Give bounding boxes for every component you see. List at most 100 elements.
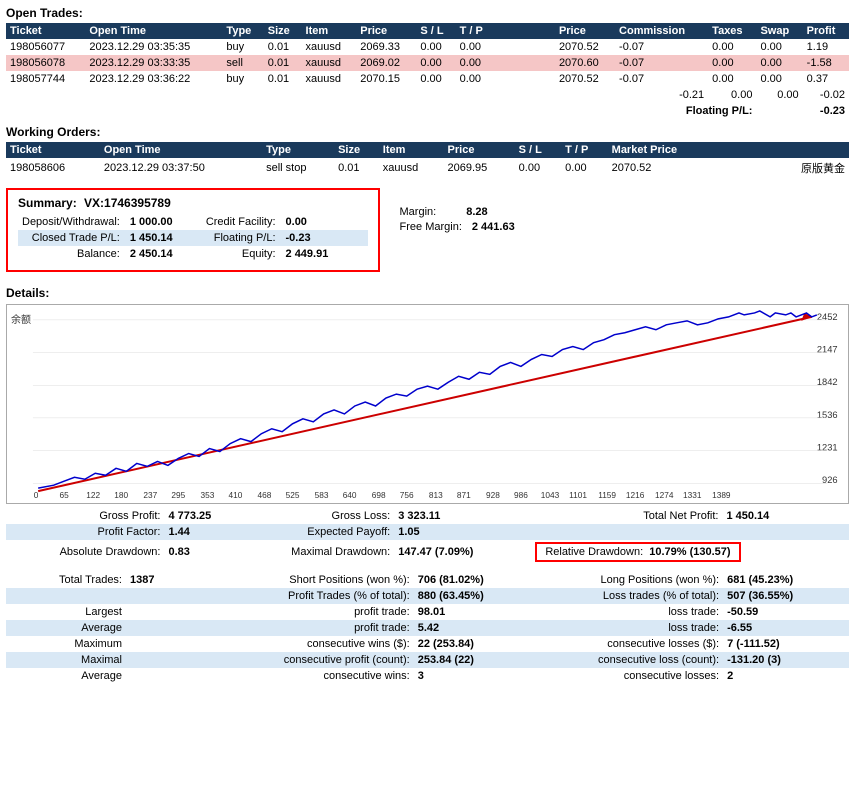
ts-empty-1	[6, 588, 126, 604]
wo-tp: 0.00	[561, 158, 608, 178]
abs-drawdown-value: 0.83	[164, 540, 238, 564]
ts-maximal-loss-value: -131.20 (3)	[723, 652, 849, 668]
ts-loss-trades-label: Loss trades (% of total):	[504, 588, 723, 604]
ts-row-5: Maximum consecutive wins ($): 22 (253.84…	[6, 636, 849, 652]
ts-largest-profit-value: 98.01	[414, 604, 504, 620]
svg-text:2452: 2452	[817, 312, 838, 322]
wo-type: sell stop	[262, 158, 334, 178]
sum-val-credit: 0.00	[282, 214, 352, 230]
ts-loss-trades-value: 507 (36.55%)	[723, 588, 849, 604]
ts-avg-profit-label: profit trade:	[186, 620, 414, 636]
wo-col-market-price: Market Price	[608, 142, 717, 158]
details-section: Details: 余额 2452 2147 1842 1536 1231 926	[6, 286, 849, 684]
ts-largest-label: Largest	[6, 604, 126, 620]
ts-long-value: 681 (45.23%)	[723, 572, 849, 588]
profit-factor-label: Profit Factor:	[6, 524, 164, 540]
ts-profit-trades-value: 880 (63.45%)	[414, 588, 504, 604]
summary-row-3: Balance: 2 450.14 Equity: 2 449.91	[18, 246, 368, 262]
relative-drawdown-box: Relative Drawdown: 10.79% (130.57)	[535, 542, 740, 562]
ts-avg-consec-losses-label: consecutive losses:	[504, 668, 723, 684]
sum-val-deposit: 1 000.00	[126, 214, 196, 230]
ts-avg-loss-label: loss trade:	[504, 620, 723, 636]
td-swap: 0.00	[756, 55, 802, 71]
ts-max-consec-wins-label: consecutive wins ($):	[186, 636, 414, 652]
wo-col-size: Size	[334, 142, 379, 158]
td-type: sell	[222, 55, 263, 71]
ts-row-7: Average consecutive wins: 3 consecutive …	[6, 668, 849, 684]
totals-empty	[6, 87, 615, 103]
wo-col-item: Item	[379, 142, 444, 158]
ts-maximal-label: Maximal	[6, 652, 126, 668]
working-orders-table: Ticket Open Time Type Size Item Price S …	[6, 142, 849, 178]
svg-text:295: 295	[171, 491, 185, 500]
td-commission: -0.07	[615, 39, 708, 55]
col-type: Type	[222, 23, 263, 39]
wo-col-tp: T / P	[561, 142, 608, 158]
col-taxes: Taxes	[708, 23, 756, 39]
td-price2: 2070.52	[555, 71, 615, 87]
wo-note: 原版黄金	[717, 158, 849, 178]
wo-ticket: 198058606	[6, 158, 100, 178]
working-orders-title: Working Orders:	[6, 125, 849, 139]
ts-largest-loss-label: loss trade:	[504, 604, 723, 620]
td-price: 2070.15	[356, 71, 416, 87]
summary-vx: VX:1746395789	[84, 196, 171, 210]
svg-text:1159: 1159	[598, 491, 616, 500]
td-profit: 0.37	[803, 71, 849, 87]
ts-empty-7	[126, 668, 186, 684]
svg-text:640: 640	[343, 491, 357, 500]
free-margin-value: 2 441.63	[472, 221, 515, 233]
expected-payoff-label: Expected Payoff:	[238, 524, 394, 540]
col-item: Item	[302, 23, 357, 39]
sum-label-m2	[352, 230, 360, 246]
summary-right-panel: Margin: 8.28 Free Margin: 2 441.63	[400, 180, 515, 233]
wo-open-time: 2023.12.29 03:37:50	[100, 158, 262, 178]
td-ticket: 198057744	[6, 71, 85, 87]
open-trade-row: 198056078 2023.12.29 03:33:35 sell 0.01 …	[6, 55, 849, 71]
ts-max-consec-losses-label: consecutive losses ($):	[504, 636, 723, 652]
td-price2: 2070.60	[555, 55, 615, 71]
svg-text:525: 525	[286, 491, 300, 500]
totals-row: -0.21 0.00 0.00 -0.02	[6, 87, 849, 103]
td-size: 0.01	[264, 39, 302, 55]
chart-container: 余额 2452 2147 1842 1536 1231 926 0	[6, 304, 849, 504]
details-title: Details:	[6, 286, 849, 300]
td-empty	[495, 39, 555, 55]
ts-largest-loss-value: -50.59	[723, 604, 849, 620]
gross-profit-label: Gross Profit:	[6, 508, 164, 524]
svg-text:2147: 2147	[817, 345, 838, 355]
svg-text:813: 813	[429, 491, 443, 500]
rel-drawdown-value: 10.79% (130.57)	[649, 546, 730, 558]
ts-average2-label: Average	[6, 668, 126, 684]
sum-label-closed: Closed Trade P/L:	[18, 230, 126, 246]
ts-row-1: Total Trades: 1387 Short Positions (won …	[6, 572, 849, 588]
svg-text:1274: 1274	[655, 491, 674, 500]
chart-svg: 2452 2147 1842 1536 1231 926 0 65 122	[7, 305, 848, 503]
sum-val-m2	[360, 230, 368, 246]
stats-row-3: Absolute Drawdown: 0.83 Maximal Drawdown…	[6, 540, 849, 564]
td-size: 0.01	[264, 55, 302, 71]
abs-drawdown-label: Absolute Drawdown:	[6, 540, 164, 564]
working-orders-section: Working Orders: Ticket Open Time Type Si…	[6, 125, 849, 178]
td-swap: 0.00	[756, 71, 802, 87]
svg-text:986: 986	[514, 491, 528, 500]
totals-commission: -0.21	[615, 87, 708, 103]
wo-col-extra	[837, 142, 849, 158]
sum-label-deposit: Deposit/Withdrawal:	[18, 214, 126, 230]
wo-col-note	[717, 142, 837, 158]
td-item: xauusd	[302, 39, 357, 55]
svg-text:1231: 1231	[817, 443, 838, 453]
stats-empty	[515, 524, 722, 540]
td-ticket: 198056078	[6, 55, 85, 71]
stats-empty2	[722, 524, 849, 540]
col-commission: Commission	[615, 23, 708, 39]
td-commission: -0.07	[615, 71, 708, 87]
ts-avg-consec-losses-value: 2	[723, 668, 849, 684]
svg-text:468: 468	[258, 491, 272, 500]
td-tp: 0.00	[456, 71, 495, 87]
summary-margin-row: Margin: 8.28	[400, 206, 515, 218]
td-empty	[495, 71, 555, 87]
wo-item: xauusd	[379, 158, 444, 178]
ts-row-6: Maximal consecutive profit (count): 253.…	[6, 652, 849, 668]
svg-text:180: 180	[114, 491, 128, 500]
